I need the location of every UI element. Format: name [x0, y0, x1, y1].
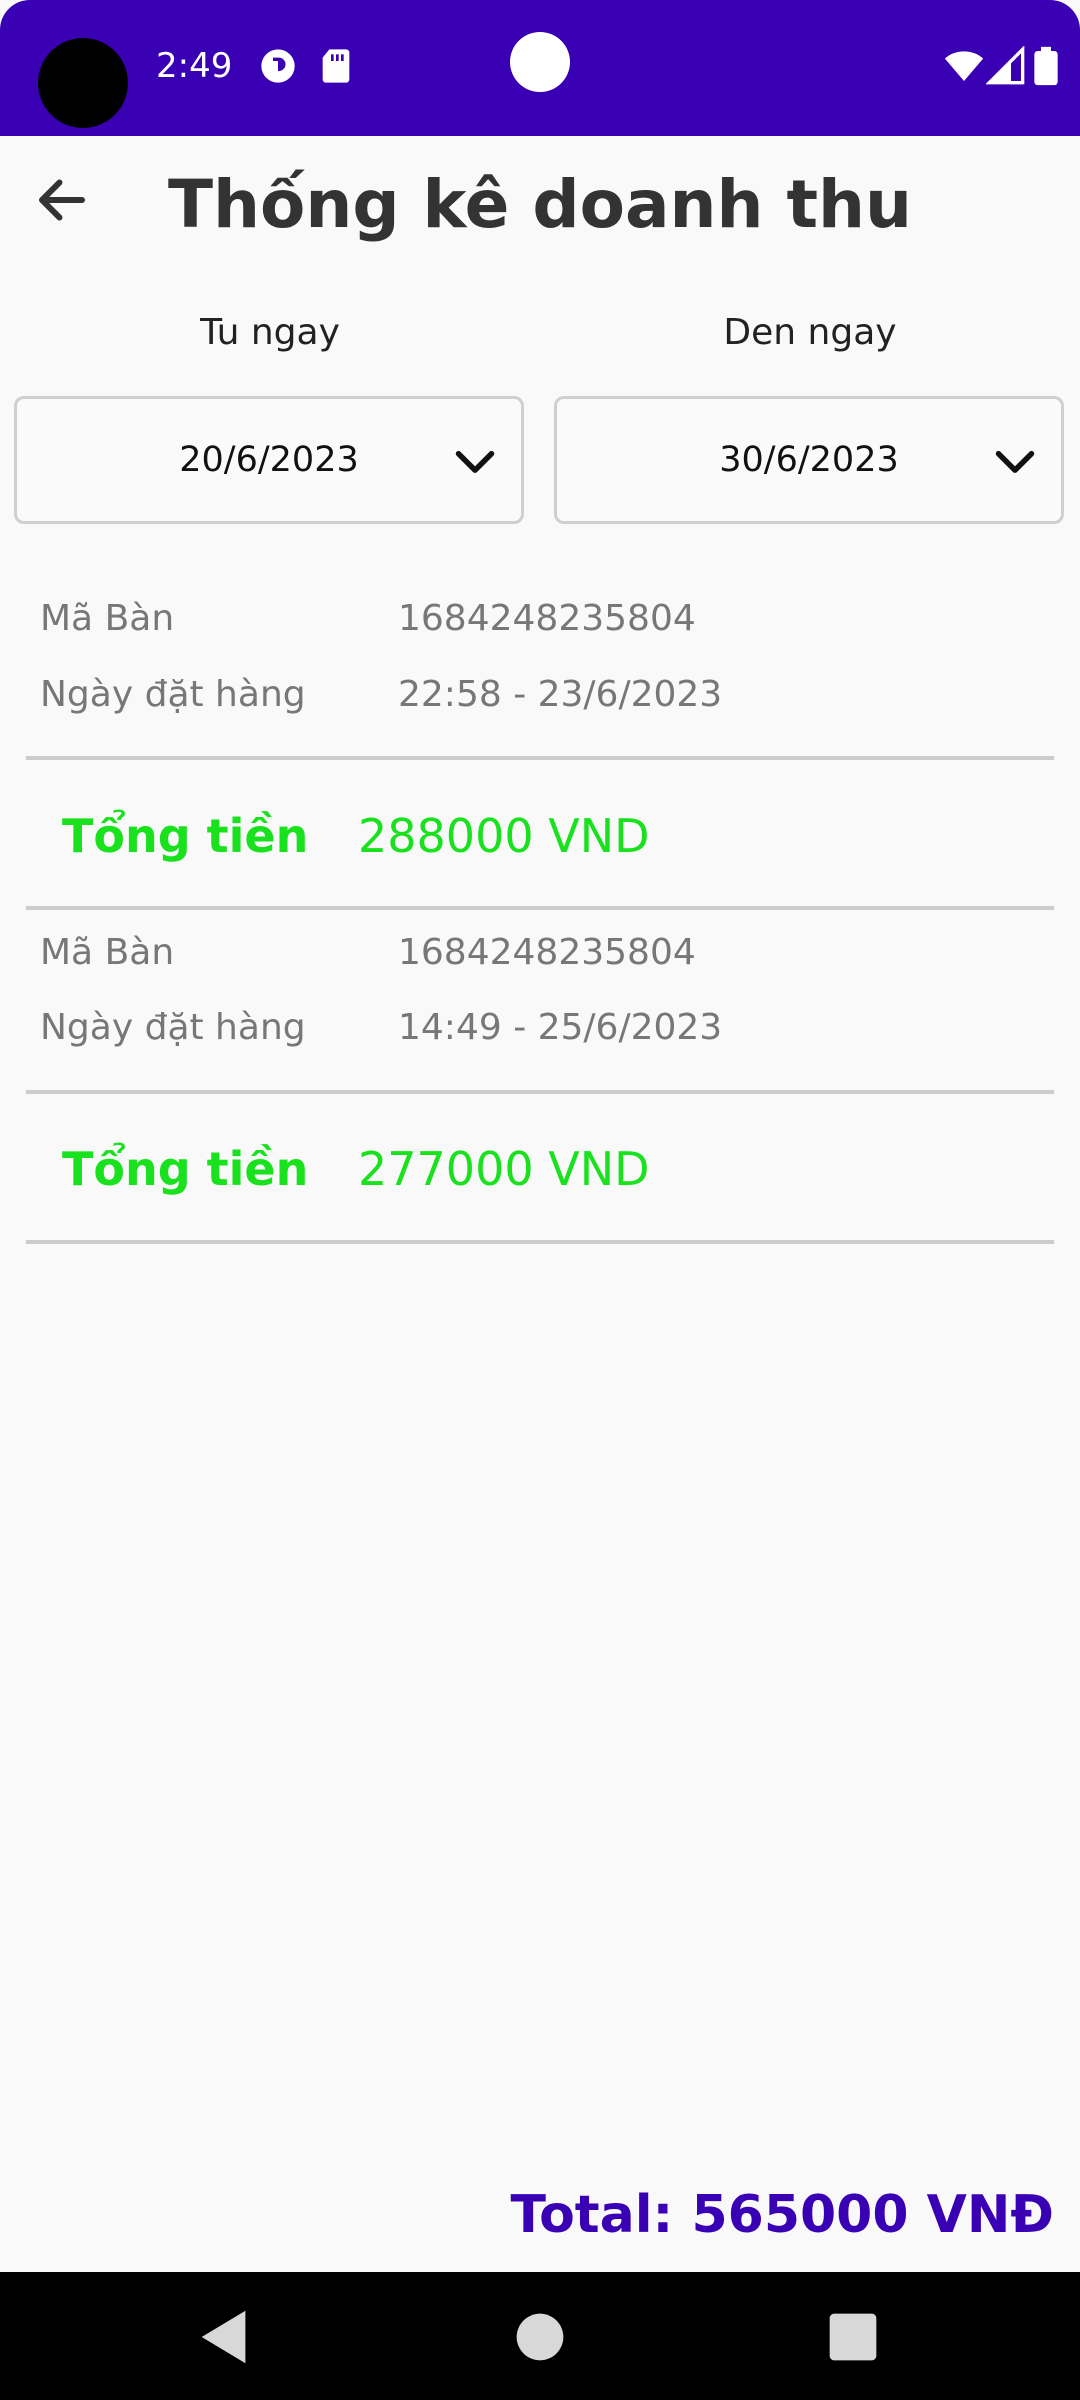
to-date-value: 30/6/2023: [719, 440, 899, 480]
navigation-bar: [0, 2272, 1080, 2400]
signal-icon: [986, 46, 1026, 86]
home-circle-icon[interactable]: [505, 2302, 575, 2372]
table-value: 1684248235804: [398, 598, 696, 639]
chevron-down-icon: [453, 439, 497, 483]
to-date-select[interactable]: 30/6/2023: [554, 396, 1064, 524]
table-label: Mã Bàn: [40, 932, 175, 973]
divider: [26, 756, 1054, 760]
chevron-down-icon: [993, 439, 1037, 483]
order-total-label: Tổng tiền: [62, 1142, 309, 1196]
page-title: Thống kê doanh thu: [167, 166, 912, 243]
battery-icon: [1028, 46, 1064, 86]
table-value: 1684248235804: [398, 932, 696, 973]
sd-card-icon: [316, 46, 356, 86]
divider: [26, 1240, 1054, 1244]
recents-square-icon[interactable]: [818, 2302, 888, 2372]
table-label: Mã Bàn: [40, 598, 175, 639]
grand-total: Total: 565000 VNĐ: [510, 2185, 1055, 2245]
camera-cutout: [38, 38, 128, 128]
status-bar: 2:49: [0, 0, 1080, 136]
order-date-label: Ngày đặt hàng: [40, 674, 306, 715]
order-date-value: 14:49 - 25/6/2023: [398, 1007, 723, 1048]
from-date-value: 20/6/2023: [179, 440, 359, 480]
order-total-value: 288000 VND: [358, 809, 650, 863]
center-dot: [510, 32, 570, 92]
divider: [26, 906, 1054, 910]
cast-icon: [258, 46, 298, 86]
status-time: 2:49: [156, 46, 233, 86]
order-total-label: Tổng tiền: [62, 809, 309, 863]
back-triangle-icon[interactable]: [190, 2302, 260, 2372]
order-date-value: 22:58 - 23/6/2023: [398, 674, 723, 715]
order-total-value: 277000 VND: [358, 1142, 650, 1196]
divider: [26, 1090, 1054, 1094]
to-date-label: Den ngay: [723, 312, 897, 353]
from-date-label: Tu ngay: [200, 312, 340, 353]
from-date-select[interactable]: 20/6/2023: [14, 396, 524, 524]
app-screen: 2:49 Thống kê doanh thu Tu ngay Den ngay…: [0, 0, 1080, 2400]
wifi-icon: [944, 46, 984, 86]
order-date-label: Ngày đặt hàng: [40, 1007, 306, 1048]
